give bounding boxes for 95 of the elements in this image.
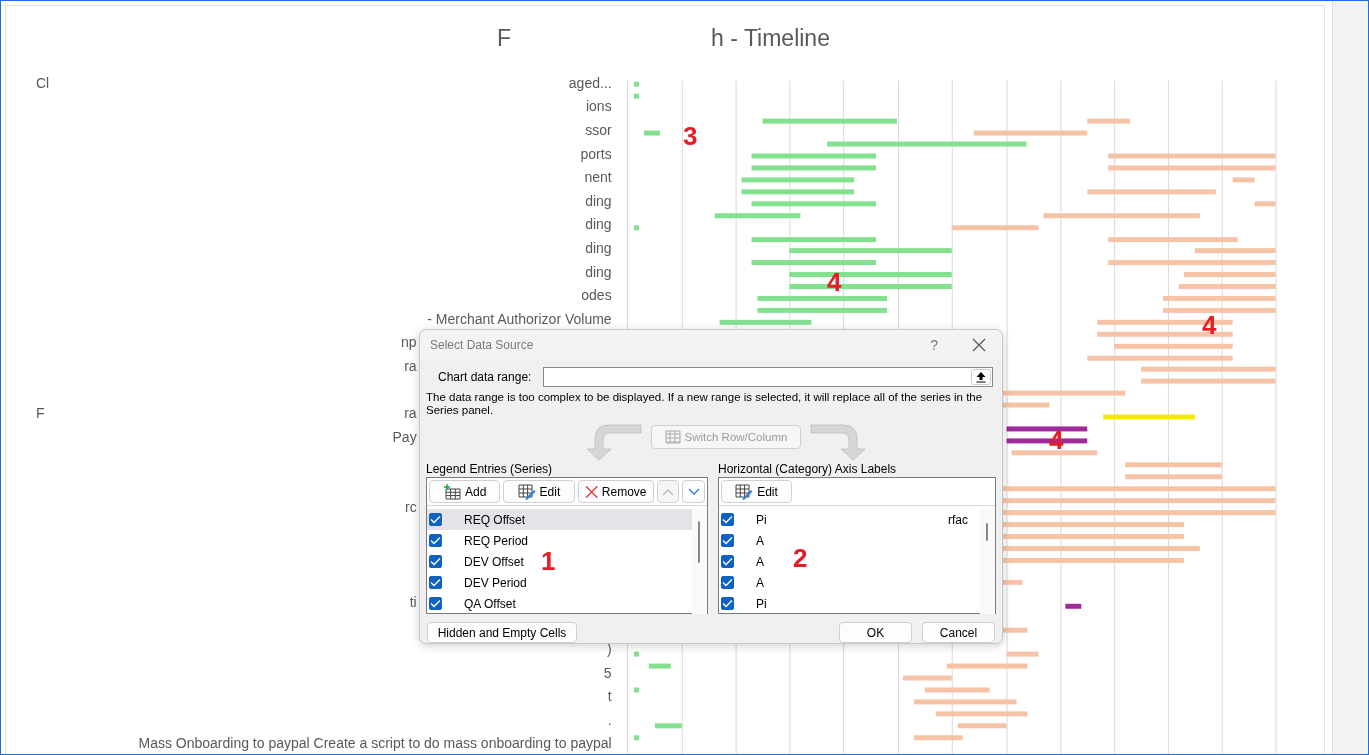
- axis-label: .: [607, 711, 612, 728]
- axis-label: t: [607, 688, 612, 705]
- list-item-text: rfac: [948, 512, 968, 527]
- chart-title: h - Timeline: [711, 25, 830, 52]
- checkbox[interactable]: [721, 576, 734, 589]
- edit-button[interactable]: Edit: [503, 480, 575, 503]
- axis-label: ssor: [585, 122, 612, 138]
- x-icon: [584, 484, 598, 499]
- checkbox[interactable]: [721, 534, 734, 547]
- axis-label: nent: [584, 169, 612, 186]
- timeline-bar: [924, 687, 990, 693]
- scrollbar-thumb[interactable]: [698, 521, 700, 563]
- checkbox[interactable]: [721, 555, 734, 568]
- checkbox[interactable]: [429, 597, 442, 610]
- input-field[interactable]: [543, 367, 993, 388]
- timeline-bar: [633, 225, 639, 231]
- timeline-bar: [633, 735, 639, 741]
- timeline-bar: [1254, 201, 1276, 207]
- axis-label: Cl: [36, 74, 50, 91]
- timeline-bar: [654, 723, 682, 729]
- help-button[interactable]: ?: [930, 336, 938, 353]
- chevron-up-icon: [661, 487, 674, 496]
- timeline-bar: [913, 735, 963, 741]
- scrollbar-thumb[interactable]: [986, 523, 988, 541]
- axis-label: F: [36, 405, 45, 422]
- timeline-bar: [1086, 118, 1130, 124]
- list-item-text: A: [756, 575, 764, 590]
- close-icon[interactable]: [972, 337, 986, 352]
- section-heading: Legend Entries (Series): [426, 462, 554, 476]
- section-heading: Horizontal (Category) Axis Labels: [718, 462, 898, 476]
- timeline-bar: [633, 651, 639, 657]
- axis-label: 5: [603, 664, 612, 681]
- axis-label: ions: [585, 98, 612, 115]
- axis-label: ports: [580, 145, 612, 162]
- annotation-number: 4: [827, 267, 842, 297]
- cancel-button[interactable]: Cancel: [922, 622, 995, 643]
- list-item-text: A: [756, 533, 764, 548]
- axis-label: rc: [404, 499, 417, 516]
- checkbox[interactable]: [429, 555, 442, 568]
- timeline-bar: [633, 93, 639, 99]
- timeline-bar: [957, 723, 1007, 729]
- axis-label: Mass Onboarding to paypal Create a script to do mass onboarding to paypal: [138, 735, 612, 752]
- axis-label: ra: [404, 405, 417, 422]
- checkbox[interactable]: [429, 513, 442, 526]
- table-plus-icon: [442, 483, 461, 500]
- checkbox[interactable]: [721, 597, 734, 610]
- annotation-number: 2: [793, 543, 808, 573]
- timeline-bar: [902, 675, 952, 681]
- annotation-number: 3: [683, 121, 698, 151]
- axis-label: ding: [585, 263, 612, 280]
- add-button[interactable]: Add: [429, 480, 501, 503]
- field-label: Chart data range:: [438, 370, 533, 385]
- axis-label: Pay: [392, 428, 417, 445]
- series-list-item[interactable]: REQ Offset: [427, 509, 692, 530]
- axis-label: odes: [581, 287, 612, 304]
- axis-label: ra: [404, 357, 417, 374]
- upload-arrow-icon: [975, 371, 987, 384]
- series-list-item[interactable]: QA Offset: [427, 593, 524, 614]
- series-list-item[interactable]: REQ Period: [427, 530, 537, 551]
- ok-button[interactable]: OK: [839, 622, 912, 643]
- axis-label: - Merchant Authorizor Volume: [427, 310, 612, 327]
- chevron-down-icon: [687, 487, 700, 496]
- axis-label: aged...: [568, 74, 612, 91]
- list-item-text: Pi: [756, 512, 767, 527]
- info-message: The data range is too complex to be displayed. If a new range is selected, it will replace all of the series in the Series panel.: [426, 391, 984, 418]
- annotation-number: 1: [541, 546, 556, 576]
- timeline-bar: [643, 130, 660, 136]
- checkbox[interactable]: [429, 534, 442, 547]
- table-pencil-icon: [517, 483, 536, 500]
- dialog-title: Select Data Source: [430, 337, 534, 352]
- edit-button[interactable]: Edit: [721, 480, 792, 503]
- annotation-number: 4: [1202, 310, 1217, 340]
- axis-label: ding: [585, 239, 612, 256]
- timeline-bar: [633, 81, 639, 87]
- checkbox[interactable]: [429, 576, 442, 589]
- timeline-bar: [1006, 651, 1039, 657]
- axis-label: np: [401, 334, 417, 351]
- axis-label: ding: [585, 216, 612, 233]
- series-list-item[interactable]: DEV Period: [427, 572, 535, 593]
- axis-label: ti: [409, 593, 417, 610]
- series-list-item[interactable]: DEV Offset: [427, 551, 532, 572]
- hidden-empty-cells-button[interactable]: Hidden and Empty Cells: [427, 622, 577, 643]
- table-icon: [664, 430, 681, 445]
- remove-button[interactable]: Remove: [577, 480, 654, 503]
- list-item-text: A: [756, 554, 764, 569]
- list-item-text: Pi: [756, 596, 767, 611]
- chart-title: F: [497, 25, 512, 52]
- timeline-bar: [648, 663, 671, 669]
- timeline-bar: [1232, 177, 1255, 183]
- axis-label: ding: [585, 192, 612, 209]
- checkbox[interactable]: [721, 513, 734, 526]
- collapse-button[interactable]: [971, 369, 991, 386]
- timeline-bar: [633, 687, 639, 693]
- table-pencil-icon: [735, 483, 754, 500]
- timeline-bar: [1065, 603, 1081, 609]
